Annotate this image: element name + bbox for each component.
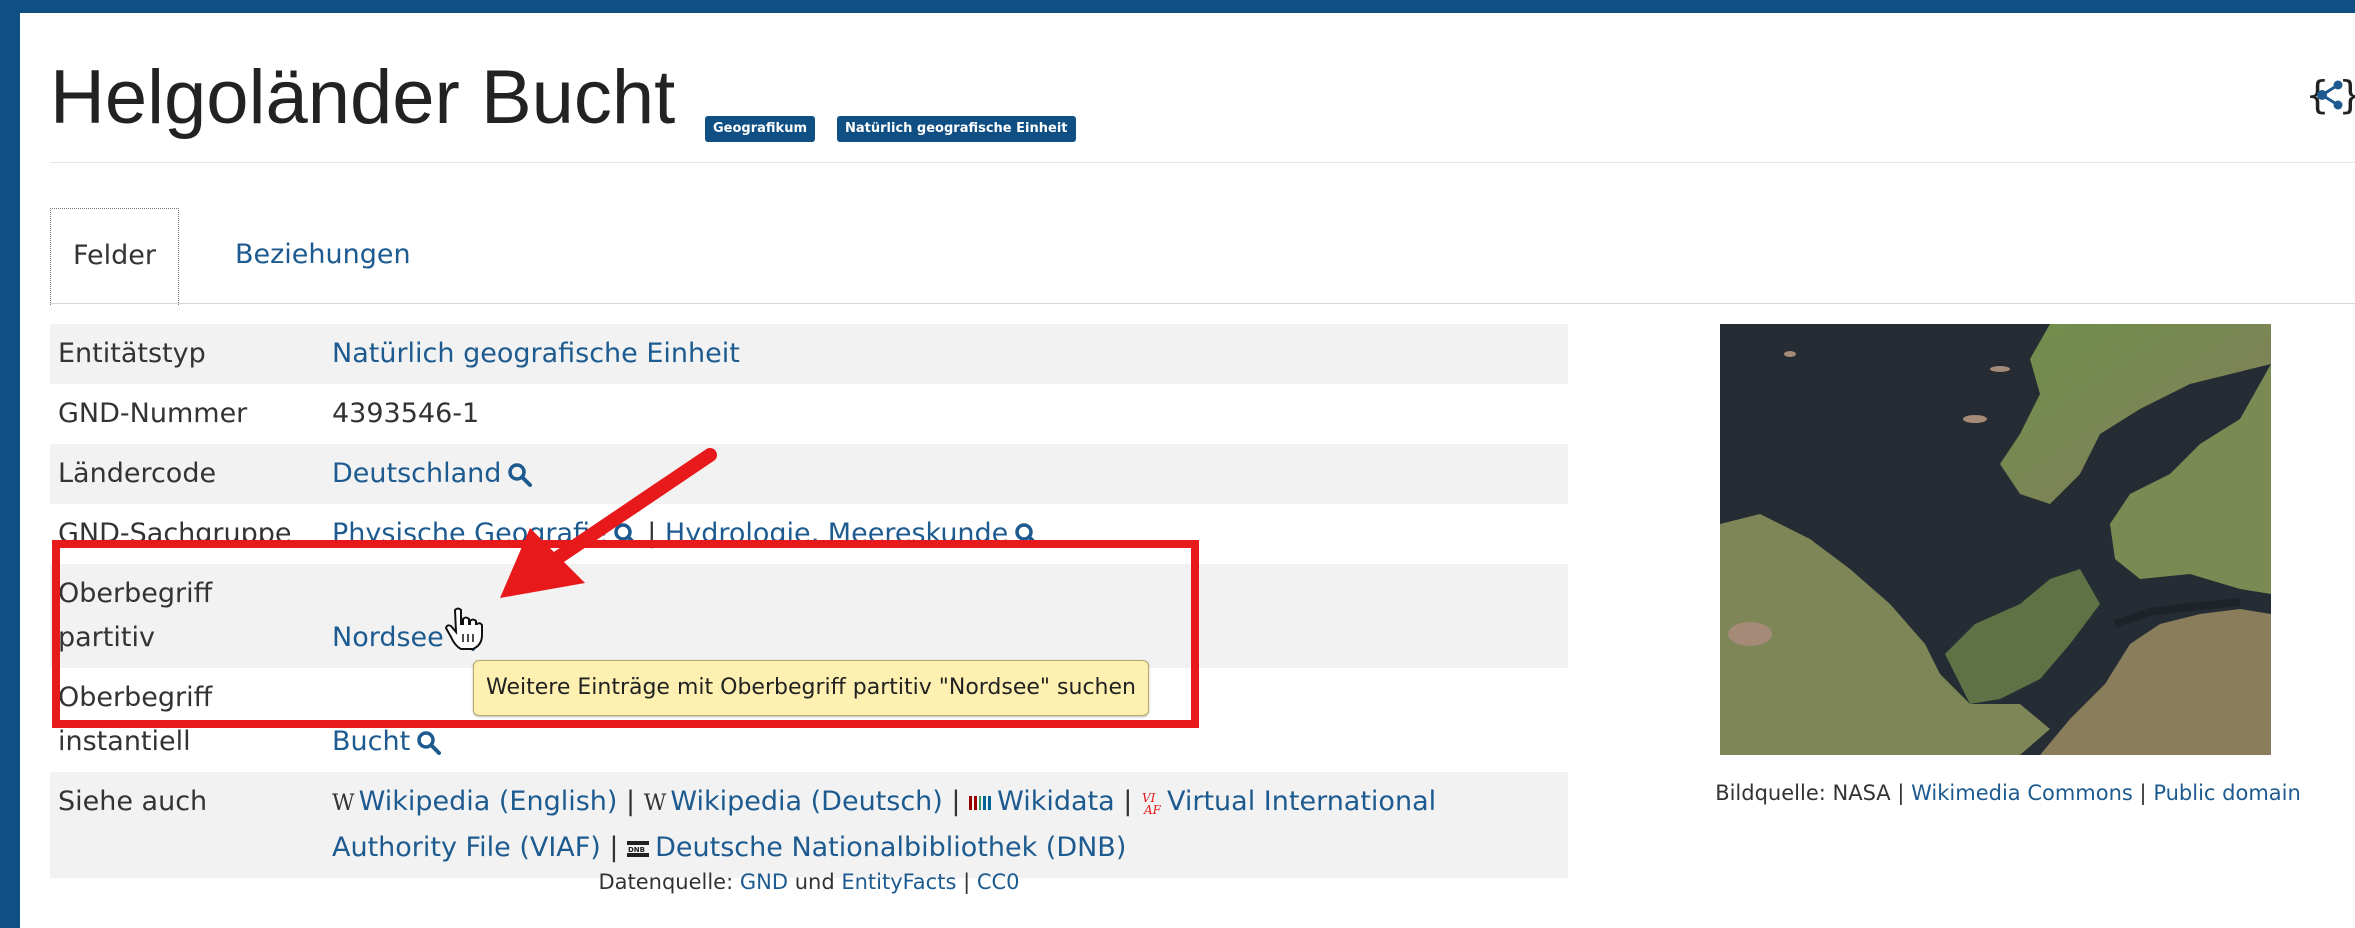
field-key-line1: Oberbegriff — [58, 682, 213, 713]
field-key-line2: partitiv — [58, 622, 155, 653]
field-key: Siehe auch — [50, 772, 324, 878]
dnb-icon: DNB — [627, 840, 650, 857]
search-icon[interactable] — [507, 462, 533, 488]
sachgruppe-link-physische-geografie[interactable]: Physische Geografie — [332, 518, 607, 549]
table-row: GND-Sachgruppe Physische Geografie | Hyd… — [50, 504, 1568, 564]
footer-and: und — [794, 870, 835, 894]
table-row: Oberbegriff partitiv Nordsee — [50, 564, 1568, 668]
svg-text:AF: AF — [1143, 803, 1161, 816]
link-wikipedia-deutsch[interactable]: Wikipedia (Deutsch) — [670, 786, 942, 817]
laendercode-link[interactable]: Deutschland — [332, 458, 501, 489]
field-key: Entitätstyp — [50, 324, 324, 384]
link-cc0[interactable]: CC0 — [977, 870, 1020, 894]
gnd-number-value: 4393546-1 — [332, 398, 480, 429]
search-icon[interactable] — [613, 522, 639, 548]
separator: | — [626, 786, 636, 817]
separator: | — [2139, 781, 2147, 805]
table-row: Entitätstyp Natürlich geografische Einhe… — [50, 324, 1568, 384]
tab-bar: Felder Beziehungen — [50, 208, 2355, 305]
oberbegriff-instantiell-link[interactable]: Bucht — [332, 726, 410, 757]
table-row: Ländercode Deutschland — [50, 444, 1568, 504]
image-caption: Bildquelle: NASA | Wikimedia Commons | P… — [1668, 781, 2348, 805]
separator: | — [1123, 786, 1133, 817]
link-wikidata[interactable]: Wikidata — [997, 786, 1115, 817]
table-row: GND-Nummer 4393546-1 — [50, 384, 1568, 444]
entitaetstyp-link[interactable]: Natürlich geografische Einheit — [332, 338, 740, 369]
separator: | — [647, 518, 657, 549]
separator: | — [963, 870, 971, 894]
search-icon[interactable] — [1014, 522, 1040, 548]
wikidata-icon — [969, 795, 992, 810]
table-row: Siehe auch W Wikipedia (English) | W Wikip… — [50, 772, 1568, 878]
tooltip: Weitere Einträge mit Oberbegriff partiti… — [473, 660, 1149, 716]
graph-icon[interactable]: { } — [2306, 70, 2355, 120]
field-key: Oberbegriff instantiell — [50, 668, 324, 772]
link-dnb[interactable]: Deutsche Nationalbibliothek (DNB) — [655, 832, 1126, 863]
separator: | — [609, 832, 619, 863]
footer-prefix: Datenquelle: — [598, 870, 734, 894]
field-key: Ländercode — [50, 444, 324, 504]
separator: | — [951, 786, 961, 817]
search-icon[interactable] — [450, 626, 476, 652]
field-key: Oberbegriff partitiv — [50, 564, 324, 668]
header-divider — [50, 162, 2355, 163]
tab-felder[interactable]: Felder — [50, 208, 180, 305]
viaf-icon: VIAF — [1142, 791, 1161, 816]
tab-beziehungen[interactable]: Beziehungen — [213, 208, 433, 302]
svg-text:DNB: DNB — [628, 846, 645, 854]
satellite-image — [1720, 324, 2271, 755]
link-wikipedia-english[interactable]: Wikipedia (English) — [359, 786, 618, 817]
link-wikimedia-commons[interactable]: Wikimedia Commons — [1911, 781, 2133, 805]
wikipedia-icon: W — [643, 791, 667, 816]
page-title: Helgoländer Bucht — [50, 55, 676, 140]
link-gnd[interactable]: GND — [740, 870, 788, 894]
field-key-line2: instantiell — [58, 726, 191, 757]
link-entityfacts[interactable]: EntityFacts — [841, 870, 956, 894]
field-key: GND-Sachgruppe — [58, 518, 292, 549]
field-key-line1: Oberbegriff — [58, 578, 213, 609]
badge-natuerlich-geografische-einheit: Natürlich geografische Einheit — [837, 116, 1076, 142]
caption-prefix: Bildquelle: NASA — [1715, 781, 1891, 805]
field-key: GND-Nummer — [58, 398, 248, 429]
data-source-footer: Datenquelle: GND und EntityFacts | CC0 — [20, 870, 1598, 894]
sachgruppe-link-hydrologie[interactable]: Hydrologie, Meereskunde — [665, 518, 1008, 549]
badge-geografikum: Geografikum — [705, 116, 815, 142]
separator: | — [1897, 781, 1905, 805]
tabs-divider — [50, 303, 2355, 304]
oberbegriff-partitiv-link[interactable]: Nordsee — [332, 622, 444, 653]
svg-text:}: } — [2339, 73, 2355, 117]
wikipedia-icon: W — [332, 791, 355, 816]
search-icon[interactable] — [416, 730, 442, 756]
fields-table: Entitätstyp Natürlich geografische Einhe… — [50, 324, 1568, 878]
link-public-domain[interactable]: Public domain — [2153, 781, 2300, 805]
header: Helgoländer Bucht Geografikum Natürlich … — [50, 53, 2355, 153]
page: Helgoländer Bucht Geografikum Natürlich … — [20, 13, 2355, 928]
